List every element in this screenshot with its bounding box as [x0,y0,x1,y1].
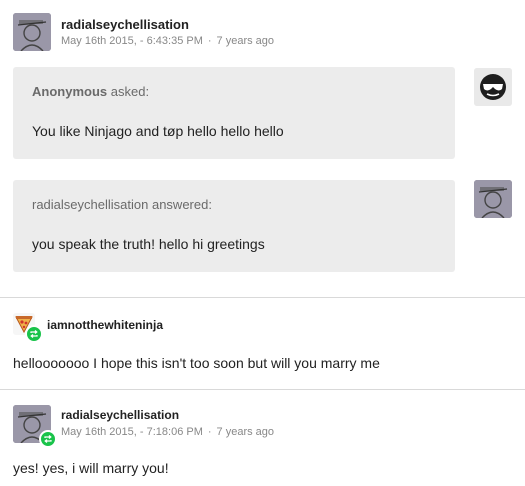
question-bubble: Anonymous asked: You like Ninjago and tø… [13,67,455,159]
reblog-icon [30,330,38,338]
sketch-figure-avatar-icon [474,180,512,218]
post-date: May 16th 2015, - 6:43:35 PM [61,35,203,47]
asker-avatar[interactable] [474,68,512,106]
answered-label: answered: [151,197,212,212]
sunglasses-face-icon [474,68,512,106]
question-text: You like Ninjago and tøp hello hello hel… [32,123,284,139]
reply-author-username[interactable]: radialseychellisation [61,408,179,422]
post-author-avatar[interactable] [13,13,51,51]
reply-author-username[interactable]: iamnotthewhiteninja [47,318,163,332]
reply-date: May 16th 2015, - 7:18:06 PM [61,426,203,438]
reply-timestamp: May 16th 2015, - 7:18:06 PM · 7 years ago [61,426,274,438]
reply-text: hellooooooo I hope this isn't too soon b… [13,355,380,371]
reblog-icon [44,435,52,443]
answer-header: radialseychellisation answered: [32,197,212,212]
reblog-badge [25,325,43,343]
reply-relative-time: 7 years ago [216,426,275,438]
answerer-name[interactable]: radialseychellisation [32,197,148,212]
answerer-avatar[interactable] [474,180,512,218]
question-header: Anonymous asked: [32,84,149,99]
post-relative-time: 7 years ago [216,35,275,47]
answer-text: you speak the truth! hello hi greetings [32,236,265,252]
meta-separator: · [207,35,212,47]
answer-bubble: radialseychellisation answered: you spea… [13,180,455,272]
post-author-username[interactable]: radialseychellisation [61,17,189,32]
meta-separator: · [207,426,212,438]
section-divider [0,389,525,390]
asked-label: asked: [110,84,150,99]
asker-name[interactable]: Anonymous [32,84,107,99]
section-divider [0,297,525,298]
sketch-figure-avatar-icon [13,13,51,51]
reply-text: yes! yes, i will marry you! [13,460,169,476]
post-timestamp: May 16th 2015, - 6:43:35 PM · 7 years ago [61,35,274,47]
reblog-badge [39,430,57,448]
